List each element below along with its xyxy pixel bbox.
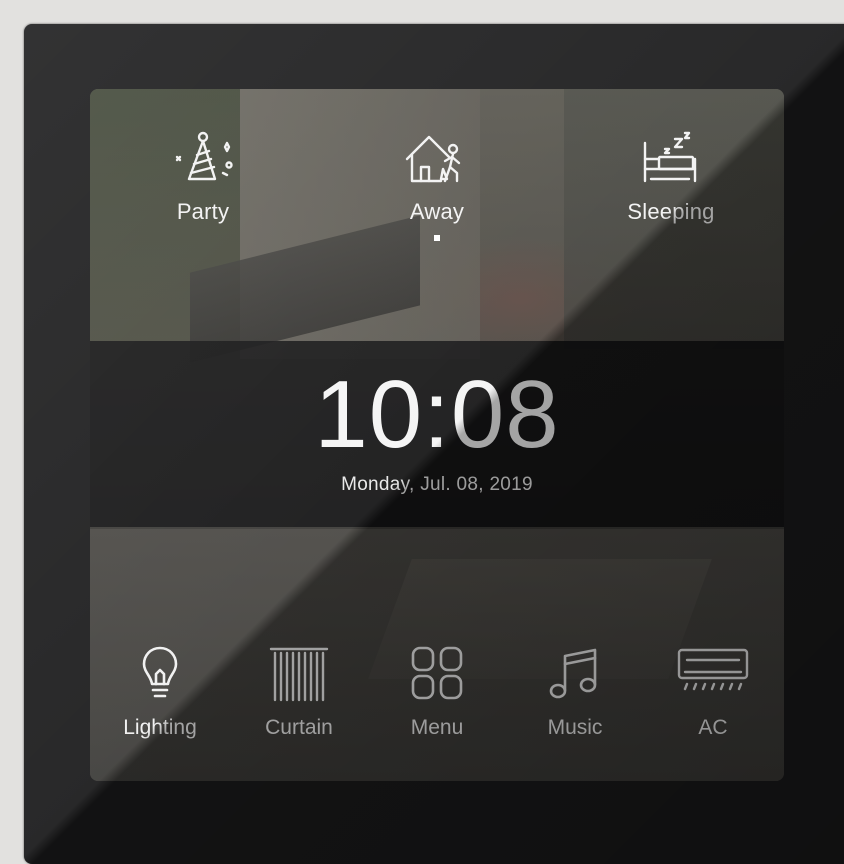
active-scene-indicator bbox=[434, 235, 440, 241]
air-conditioner-icon bbox=[677, 648, 749, 691]
bed-sleep-icon bbox=[643, 131, 697, 183]
dock-lighting-button[interactable]: Lighting bbox=[100, 644, 220, 754]
house-walking-person-icon bbox=[405, 135, 461, 183]
scene-sleeping-label: Sleeping bbox=[627, 199, 715, 224]
dock-music-label: Music bbox=[547, 716, 603, 739]
lightbulb-icon bbox=[142, 646, 178, 698]
dock-curtain-button[interactable]: Curtain bbox=[239, 644, 359, 754]
music-note-icon bbox=[549, 648, 597, 699]
dock-ac-button[interactable]: AC bbox=[653, 644, 773, 754]
menu-grid-icon bbox=[411, 646, 463, 700]
clock-date: Monday, Jul. 08, 2019 bbox=[341, 474, 533, 495]
party-hat-icon bbox=[175, 131, 233, 181]
scene-party-label: Party bbox=[176, 199, 230, 224]
clock-time: 10:08 bbox=[314, 361, 560, 468]
scene-party-button[interactable]: Party bbox=[128, 129, 278, 249]
scene-sleeping-button[interactable]: Sleeping bbox=[596, 129, 746, 249]
dock-ac-label: AC bbox=[698, 716, 728, 739]
dock-music-button[interactable]: Music bbox=[515, 644, 635, 754]
dock-menu-button[interactable]: Menu bbox=[377, 644, 497, 754]
smart-panel-device: Party Away Sleeping 10:08 Monday, Jul. 0… bbox=[24, 24, 844, 864]
curtain-icon bbox=[269, 647, 329, 702]
scene-away-label: Away bbox=[409, 199, 465, 224]
dock-menu-label: Menu bbox=[410, 716, 464, 739]
scene-away-button[interactable]: Away bbox=[362, 129, 512, 249]
dock-curtain-label: Curtain bbox=[265, 716, 333, 739]
dock-lighting-label: Lighting bbox=[123, 716, 197, 739]
touch-screen: Party Away Sleeping 10:08 Monday, Jul. 0… bbox=[90, 89, 784, 781]
